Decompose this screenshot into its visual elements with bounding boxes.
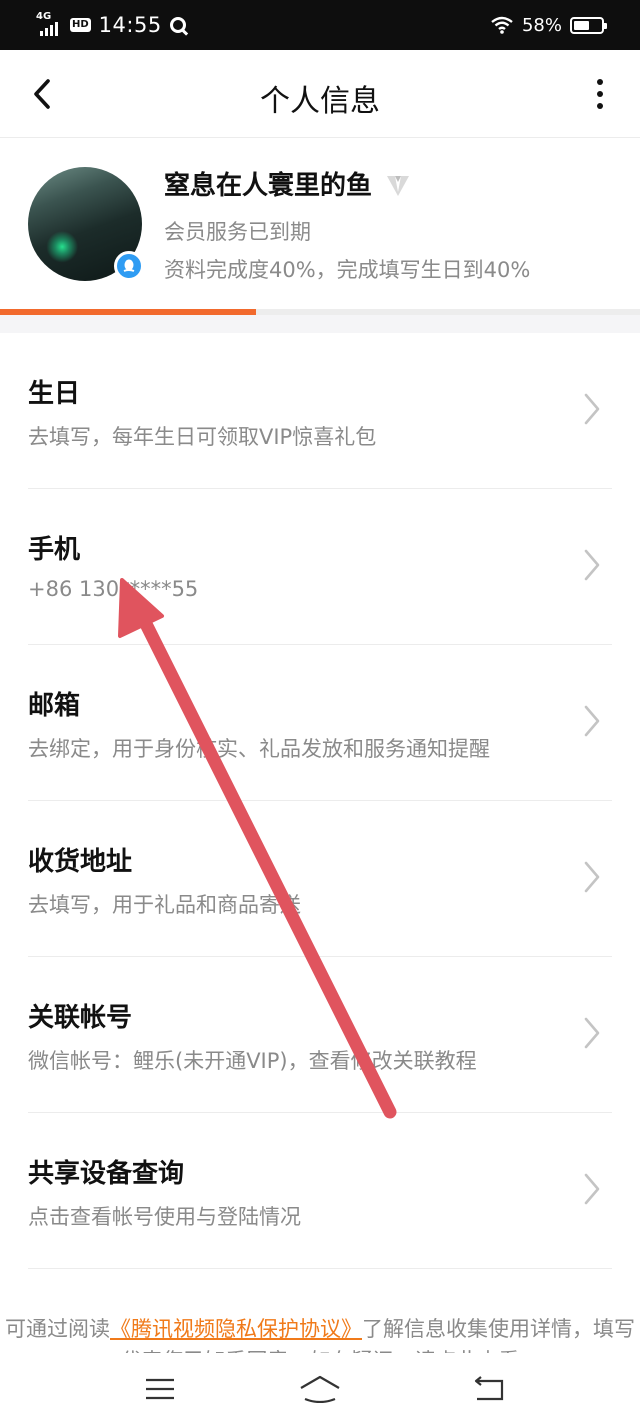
list-item-subtitle: +86 130*****55 <box>28 577 199 601</box>
list-item-shared-devices[interactable]: 共享设备查询 点击查看帐号使用与登陆情况 <box>28 1113 612 1269</box>
section-divider <box>0 315 640 333</box>
chevron-right-icon <box>584 1017 600 1049</box>
chevron-right-icon <box>584 861 600 893</box>
back-nav-button[interactable] <box>458 1367 518 1411</box>
list-item-title: 生日 <box>28 379 81 409</box>
member-status: 会员服务已到期 <box>164 220 311 244</box>
more-button[interactable] <box>588 76 612 112</box>
chevron-right-icon <box>584 393 600 425</box>
list-item-title: 关联帐号 <box>28 1003 133 1033</box>
list-item-subtitle: 微信帐号：鲤乐(未开通VIP)，查看修改关联教程 <box>28 1049 477 1073</box>
list-item-email[interactable]: 邮箱 去绑定，用于身份核实、礼品发放和服务通知提醒 <box>28 645 612 801</box>
privacy-policy-link[interactable]: 《腾讯视频隐私保护协议》 <box>110 1317 362 1341</box>
list-item-subtitle: 去填写，每年生日可领取VIP惊喜礼包 <box>28 425 377 449</box>
list-item-title: 收货地址 <box>28 847 133 877</box>
page-title: 个人信息 <box>260 84 380 119</box>
battery-icon <box>570 16 607 34</box>
privacy-notice-prefix: 可通过阅读 <box>5 1317 110 1341</box>
list-item-birthday[interactable]: 生日 去填写，每年生日可领取VIP惊喜礼包 <box>28 333 612 489</box>
list-item-phone[interactable]: 手机 +86 130*****55 <box>28 489 612 645</box>
home-icon <box>300 1375 340 1403</box>
list-item-subtitle: 点击查看帐号使用与登陆情况 <box>28 1205 301 1229</box>
battery-percent: 58% <box>521 14 562 36</box>
top-bar: 个人信息 <box>0 50 640 138</box>
qq-badge-icon <box>114 251 144 281</box>
profile-card[interactable]: 窒息在人寰里的鱼 会员服务已到期 资料完成度40%，完成填写生日到40% <box>0 139 640 315</box>
info-list: 生日 去填写，每年生日可领取VIP惊喜礼包 手机 +86 130*****55 … <box>0 333 640 1269</box>
chevron-right-icon <box>584 1173 600 1205</box>
system-nav-bar <box>0 1355 640 1427</box>
menu-icon <box>146 1378 174 1400</box>
privacy-notice: 可通过阅读《腾讯视频隐私保护协议》了解信息收集使用详情，填写代表您已知悉同意，如… <box>0 1313 640 1353</box>
wifi-icon <box>491 16 513 34</box>
nickname: 窒息在人寰里的鱼 <box>164 171 373 201</box>
signal-icon: 4G <box>36 12 62 38</box>
search-icon <box>169 17 186 33</box>
list-item-address[interactable]: 收货地址 去填写，用于礼品和商品寄送 <box>28 801 612 957</box>
status-bar: 4G HD 14:55 58% <box>0 0 640 50</box>
nickname-row: 窒息在人寰里的鱼 <box>164 165 412 202</box>
list-item-linked-account[interactable]: 关联帐号 微信帐号：鲤乐(未开通VIP)，查看修改关联教程 <box>28 957 612 1113</box>
list-item-subtitle: 去填写，用于礼品和商品寄送 <box>28 893 301 917</box>
menu-button[interactable] <box>130 1367 190 1411</box>
hd-badge: HD <box>70 18 91 32</box>
return-icon <box>474 1376 504 1401</box>
chevron-right-icon <box>584 549 600 581</box>
network-type: 4G <box>36 11 52 22</box>
list-item-title: 手机 <box>28 535 81 565</box>
vip-diamond-icon <box>387 175 410 196</box>
completion-text: 资料完成度40%，完成填写生日到40% <box>164 258 531 282</box>
more-vertical-icon <box>597 79 603 85</box>
list-item-title: 共享设备查询 <box>28 1159 185 1189</box>
chevron-right-icon <box>584 705 600 737</box>
home-button[interactable] <box>290 1367 350 1411</box>
clock: 14:55 <box>98 13 162 37</box>
list-item-subtitle: 去绑定，用于身份核实、礼品发放和服务通知提醒 <box>28 737 490 761</box>
list-item-title: 邮箱 <box>28 691 81 721</box>
